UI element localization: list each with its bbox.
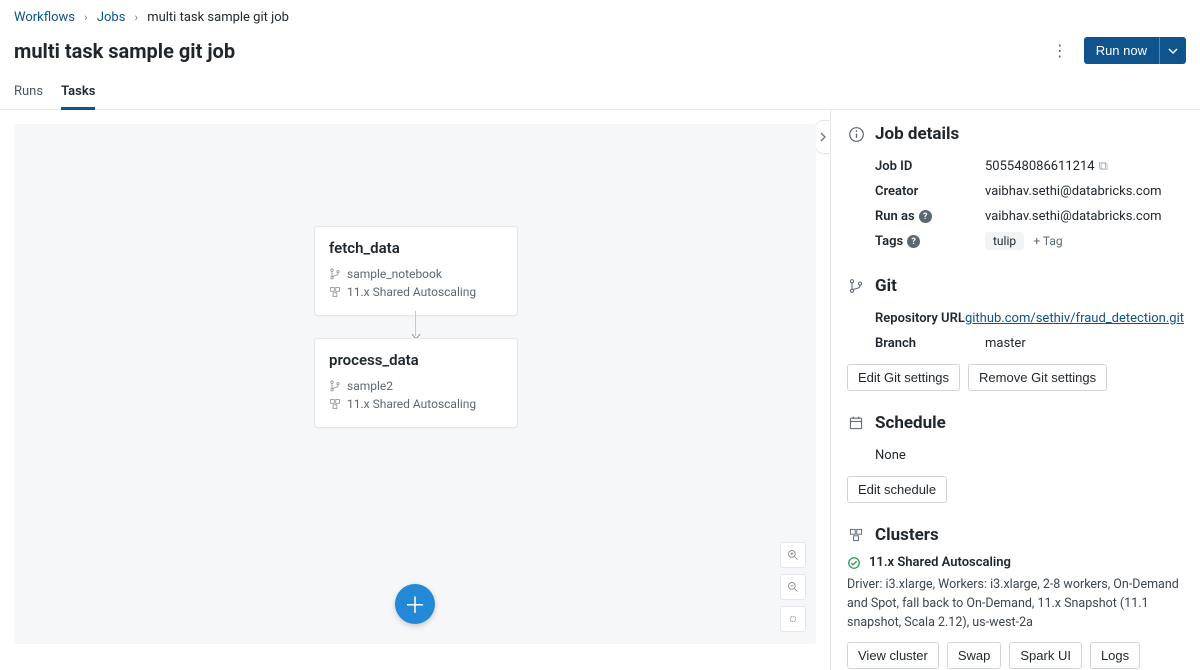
breadcrumb-jobs[interactable]: Jobs xyxy=(97,10,126,25)
remove-git-button[interactable]: Remove Git settings xyxy=(968,364,1107,391)
edit-schedule-button[interactable]: Edit schedule xyxy=(847,476,947,503)
add-tag-button[interactable]: + Tag xyxy=(1033,234,1062,248)
tab-tasks[interactable]: Tasks xyxy=(61,78,95,110)
copy-icon[interactable]: ⧉ xyxy=(1099,159,1108,174)
chevron-right-icon: › xyxy=(84,11,87,24)
label-branch: Branch xyxy=(875,336,985,351)
label-tags: Tags xyxy=(875,234,903,249)
zoom-out-button[interactable] xyxy=(780,574,806,600)
help-icon[interactable]: ? xyxy=(919,210,932,223)
task-notebook: sample2 xyxy=(329,379,503,393)
value-run-as: vaibhav.sethi@databricks.com xyxy=(985,209,1184,224)
tabs: Runs Tasks xyxy=(0,78,1200,110)
collapse-sidebar-icon[interactable] xyxy=(815,120,831,154)
plus-icon: ＋ xyxy=(404,588,426,620)
fit-to-screen-button[interactable] xyxy=(780,606,806,632)
value-branch: master xyxy=(985,336,1184,351)
task-graph-canvas[interactable]: fetch_data sample_notebook 11.x Shared A… xyxy=(14,124,816,644)
swap-cluster-button[interactable]: Swap xyxy=(947,642,1002,669)
tag-chip[interactable]: tulip xyxy=(985,232,1024,250)
cluster-icon xyxy=(329,398,341,410)
section-title-job-details: Job details xyxy=(875,124,959,144)
view-cluster-button[interactable]: View cluster xyxy=(847,642,939,669)
spark-ui-button[interactable]: Spark UI xyxy=(1009,642,1082,669)
info-icon xyxy=(847,126,865,143)
breadcrumb-workflows[interactable]: Workflows xyxy=(14,10,75,25)
cluster-icon xyxy=(329,286,341,298)
add-task-button[interactable]: ＋ xyxy=(395,584,435,624)
chevron-down-icon xyxy=(1168,46,1178,56)
schedule-none: None xyxy=(875,448,1184,463)
git-branch-icon xyxy=(329,380,341,392)
edit-git-button[interactable]: Edit Git settings xyxy=(847,364,960,391)
tab-runs[interactable]: Runs xyxy=(14,78,43,109)
breadcrumb-current: multi task sample git job xyxy=(147,10,289,25)
label-job-id: Job ID xyxy=(875,159,985,174)
label-repo-url: Repository URL xyxy=(875,311,965,326)
repo-url-link[interactable]: github.com/sethiv/fraud_detection.git xyxy=(965,311,1184,326)
more-menu-icon[interactable]: ⋮ xyxy=(1046,41,1074,60)
clusters-icon xyxy=(847,527,865,543)
cluster-name: 11.x Shared Autoscaling xyxy=(869,555,1011,570)
value-creator: vaibhav.sethi@databricks.com xyxy=(985,184,1184,199)
page-title: multi task sample git job xyxy=(14,39,235,63)
zoom-in-button[interactable] xyxy=(780,542,806,568)
breadcrumb: Workflows › Jobs › multi task sample git… xyxy=(0,0,1200,31)
zoom-controls xyxy=(780,542,806,632)
task-notebook: sample_notebook xyxy=(329,267,503,281)
task-title: process_data xyxy=(329,351,503,369)
label-run-as: Run as xyxy=(875,209,915,224)
section-title-schedule: Schedule xyxy=(875,413,946,433)
section-title-git: Git xyxy=(875,276,897,296)
task-cluster: 11.x Shared Autoscaling xyxy=(329,397,503,411)
label-creator: Creator xyxy=(875,184,985,199)
value-job-id: 505548086611214 xyxy=(985,159,1095,174)
run-now-button[interactable]: Run now xyxy=(1084,37,1159,64)
status-ok-icon xyxy=(847,556,861,570)
help-icon[interactable]: ? xyxy=(907,235,920,248)
cluster-description: Driver: i3.xlarge, Workers: i3.xlarge, 2… xyxy=(847,576,1184,632)
logs-button[interactable]: Logs xyxy=(1090,642,1140,669)
task-title: fetch_data xyxy=(329,239,503,257)
git-icon xyxy=(847,278,865,294)
run-now-dropdown[interactable] xyxy=(1159,37,1186,64)
chevron-right-icon: › xyxy=(135,11,138,24)
details-sidebar: Job details Job ID 505548086611214 ⧉ Crea… xyxy=(830,110,1200,670)
section-title-clusters: Clusters xyxy=(875,525,939,545)
calendar-icon xyxy=(847,415,865,431)
task-node-process-data[interactable]: process_data sample2 11.x Shared Autosca… xyxy=(314,338,518,428)
git-branch-icon xyxy=(329,268,341,280)
run-now-group: Run now xyxy=(1084,37,1186,64)
task-cluster: 11.x Shared Autoscaling xyxy=(329,285,503,299)
task-node-fetch-data[interactable]: fetch_data sample_notebook 11.x Shared A… xyxy=(314,226,518,316)
